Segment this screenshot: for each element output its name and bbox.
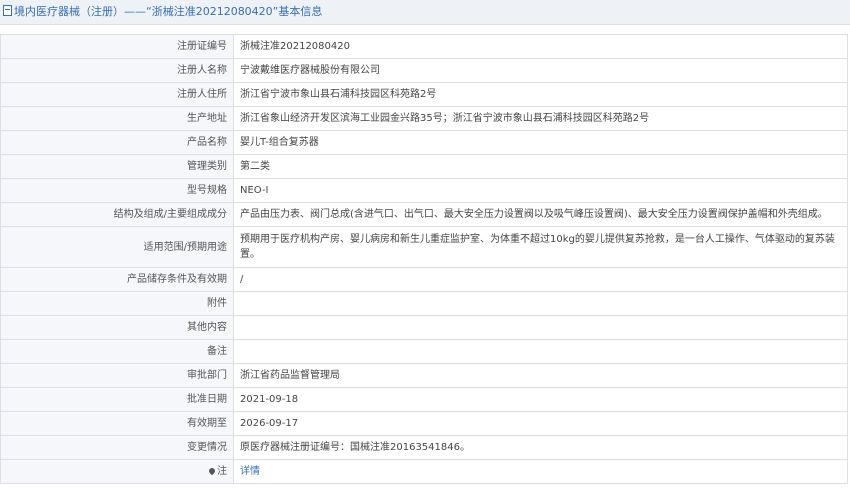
- row-label: 其他内容: [0, 315, 234, 340]
- row-label: 注册证编号: [0, 34, 234, 59]
- row-value: 产品由压力表、阀门总成(含进气口、出气口、最大安全压力设置阀以及吸气峰压设置阀)…: [233, 202, 848, 227]
- table-row: 型号规格 NEO-Ⅰ: [0, 178, 848, 203]
- row-value: 预期用于医疗机构产房、婴儿病房和新生儿重症监护室、为体重不超过10kg的婴儿提供…: [233, 226, 848, 268]
- row-value: 浙械注准20212080420: [233, 34, 848, 59]
- info-table: 注册证编号 浙械注准20212080420 注册人名称 宁波戴维医疗器械股份有限…: [0, 34, 848, 484]
- row-value: 2026-09-17: [233, 411, 848, 436]
- row-value: 原医疗器械注册证编号：国械注准20163541846。: [233, 435, 848, 460]
- row-value: 宁波戴维医疗器械股份有限公司: [233, 58, 848, 83]
- row-label: 管理类别: [0, 154, 234, 179]
- table-row: 结构及组成/主要组成成分 产品由压力表、阀门总成(含进气口、出气口、最大安全压力…: [0, 202, 848, 227]
- row-value: [233, 339, 848, 364]
- row-label: 附件: [0, 291, 234, 316]
- row-label: 生产地址: [0, 106, 234, 131]
- document-icon: [3, 5, 12, 16]
- row-label: 产品储存条件及有效期: [0, 267, 234, 292]
- table-row: 注 详情: [0, 459, 848, 484]
- table-row: 产品名称 婴儿T-组合复苏器: [0, 130, 848, 155]
- row-label: 型号规格: [0, 178, 234, 203]
- page-title-bar: 境内医疗器械（注册）——“浙械注准20212080420”基本信息: [0, 0, 850, 25]
- table-row: 注册人住所 浙江省宁波市象山县石浦科技园区科苑路2号: [0, 82, 848, 107]
- table-row: 审批部门 浙江省药品监督管理局: [0, 363, 848, 388]
- row-label: 结构及组成/主要组成成分: [0, 202, 234, 227]
- table-row: 备注: [0, 339, 848, 364]
- row-label: 产品名称: [0, 130, 234, 155]
- row-label: 有效期至: [0, 411, 234, 436]
- row-label: 注册人住所: [0, 82, 234, 107]
- row-value: /: [233, 267, 848, 292]
- row-value: 浙江省药品监督管理局: [233, 363, 848, 388]
- table-row: 附件: [0, 291, 848, 316]
- table-row: 注册人名称 宁波戴维医疗器械股份有限公司: [0, 58, 848, 83]
- table-row: 批准日期 2021-09-18: [0, 387, 848, 412]
- location-pin-icon: [207, 466, 217, 476]
- table-row: 生产地址 浙江省象山经济开发区滨海工业园金兴路35号；浙江省宁波市象山县石浦科技…: [0, 106, 848, 131]
- row-value: 详情: [233, 459, 848, 484]
- note-label: 注: [217, 466, 227, 477]
- table-row: 管理类别 第二类: [0, 154, 848, 179]
- table-row: 产品储存条件及有效期 /: [0, 267, 848, 292]
- table-row: 注册证编号 浙械注准20212080420: [0, 34, 848, 59]
- row-value: [233, 291, 848, 316]
- table-row: 其他内容: [0, 315, 848, 340]
- details-link[interactable]: 详情: [240, 466, 260, 477]
- row-label: 变更情况: [0, 435, 234, 460]
- row-label-note: 注: [0, 459, 234, 484]
- row-value: 浙江省象山经济开发区滨海工业园金兴路35号；浙江省宁波市象山县石浦科技园区科苑路…: [233, 106, 848, 131]
- table-row: 有效期至 2026-09-17: [0, 411, 848, 436]
- row-label: 注册人名称: [0, 58, 234, 83]
- page-title: 境内医疗器械（注册）——“浙械注准20212080420”基本信息: [14, 5, 323, 18]
- table-row: 适用范围/预期用途 预期用于医疗机构产房、婴儿病房和新生儿重症监护室、为体重不超…: [0, 226, 848, 268]
- row-value: 婴儿T-组合复苏器: [233, 130, 848, 155]
- table-row: 变更情况 原医疗器械注册证编号：国械注准20163541846。: [0, 435, 848, 460]
- row-label: 适用范围/预期用途: [0, 226, 234, 268]
- row-value: 浙江省宁波市象山县石浦科技园区科苑路2号: [233, 82, 848, 107]
- row-value: 第二类: [233, 154, 848, 179]
- row-value: 2021-09-18: [233, 387, 848, 412]
- row-label: 审批部门: [0, 363, 234, 388]
- row-label: 备注: [0, 339, 234, 364]
- row-value: [233, 315, 848, 340]
- row-label: 批准日期: [0, 387, 234, 412]
- row-value: NEO-Ⅰ: [233, 178, 848, 203]
